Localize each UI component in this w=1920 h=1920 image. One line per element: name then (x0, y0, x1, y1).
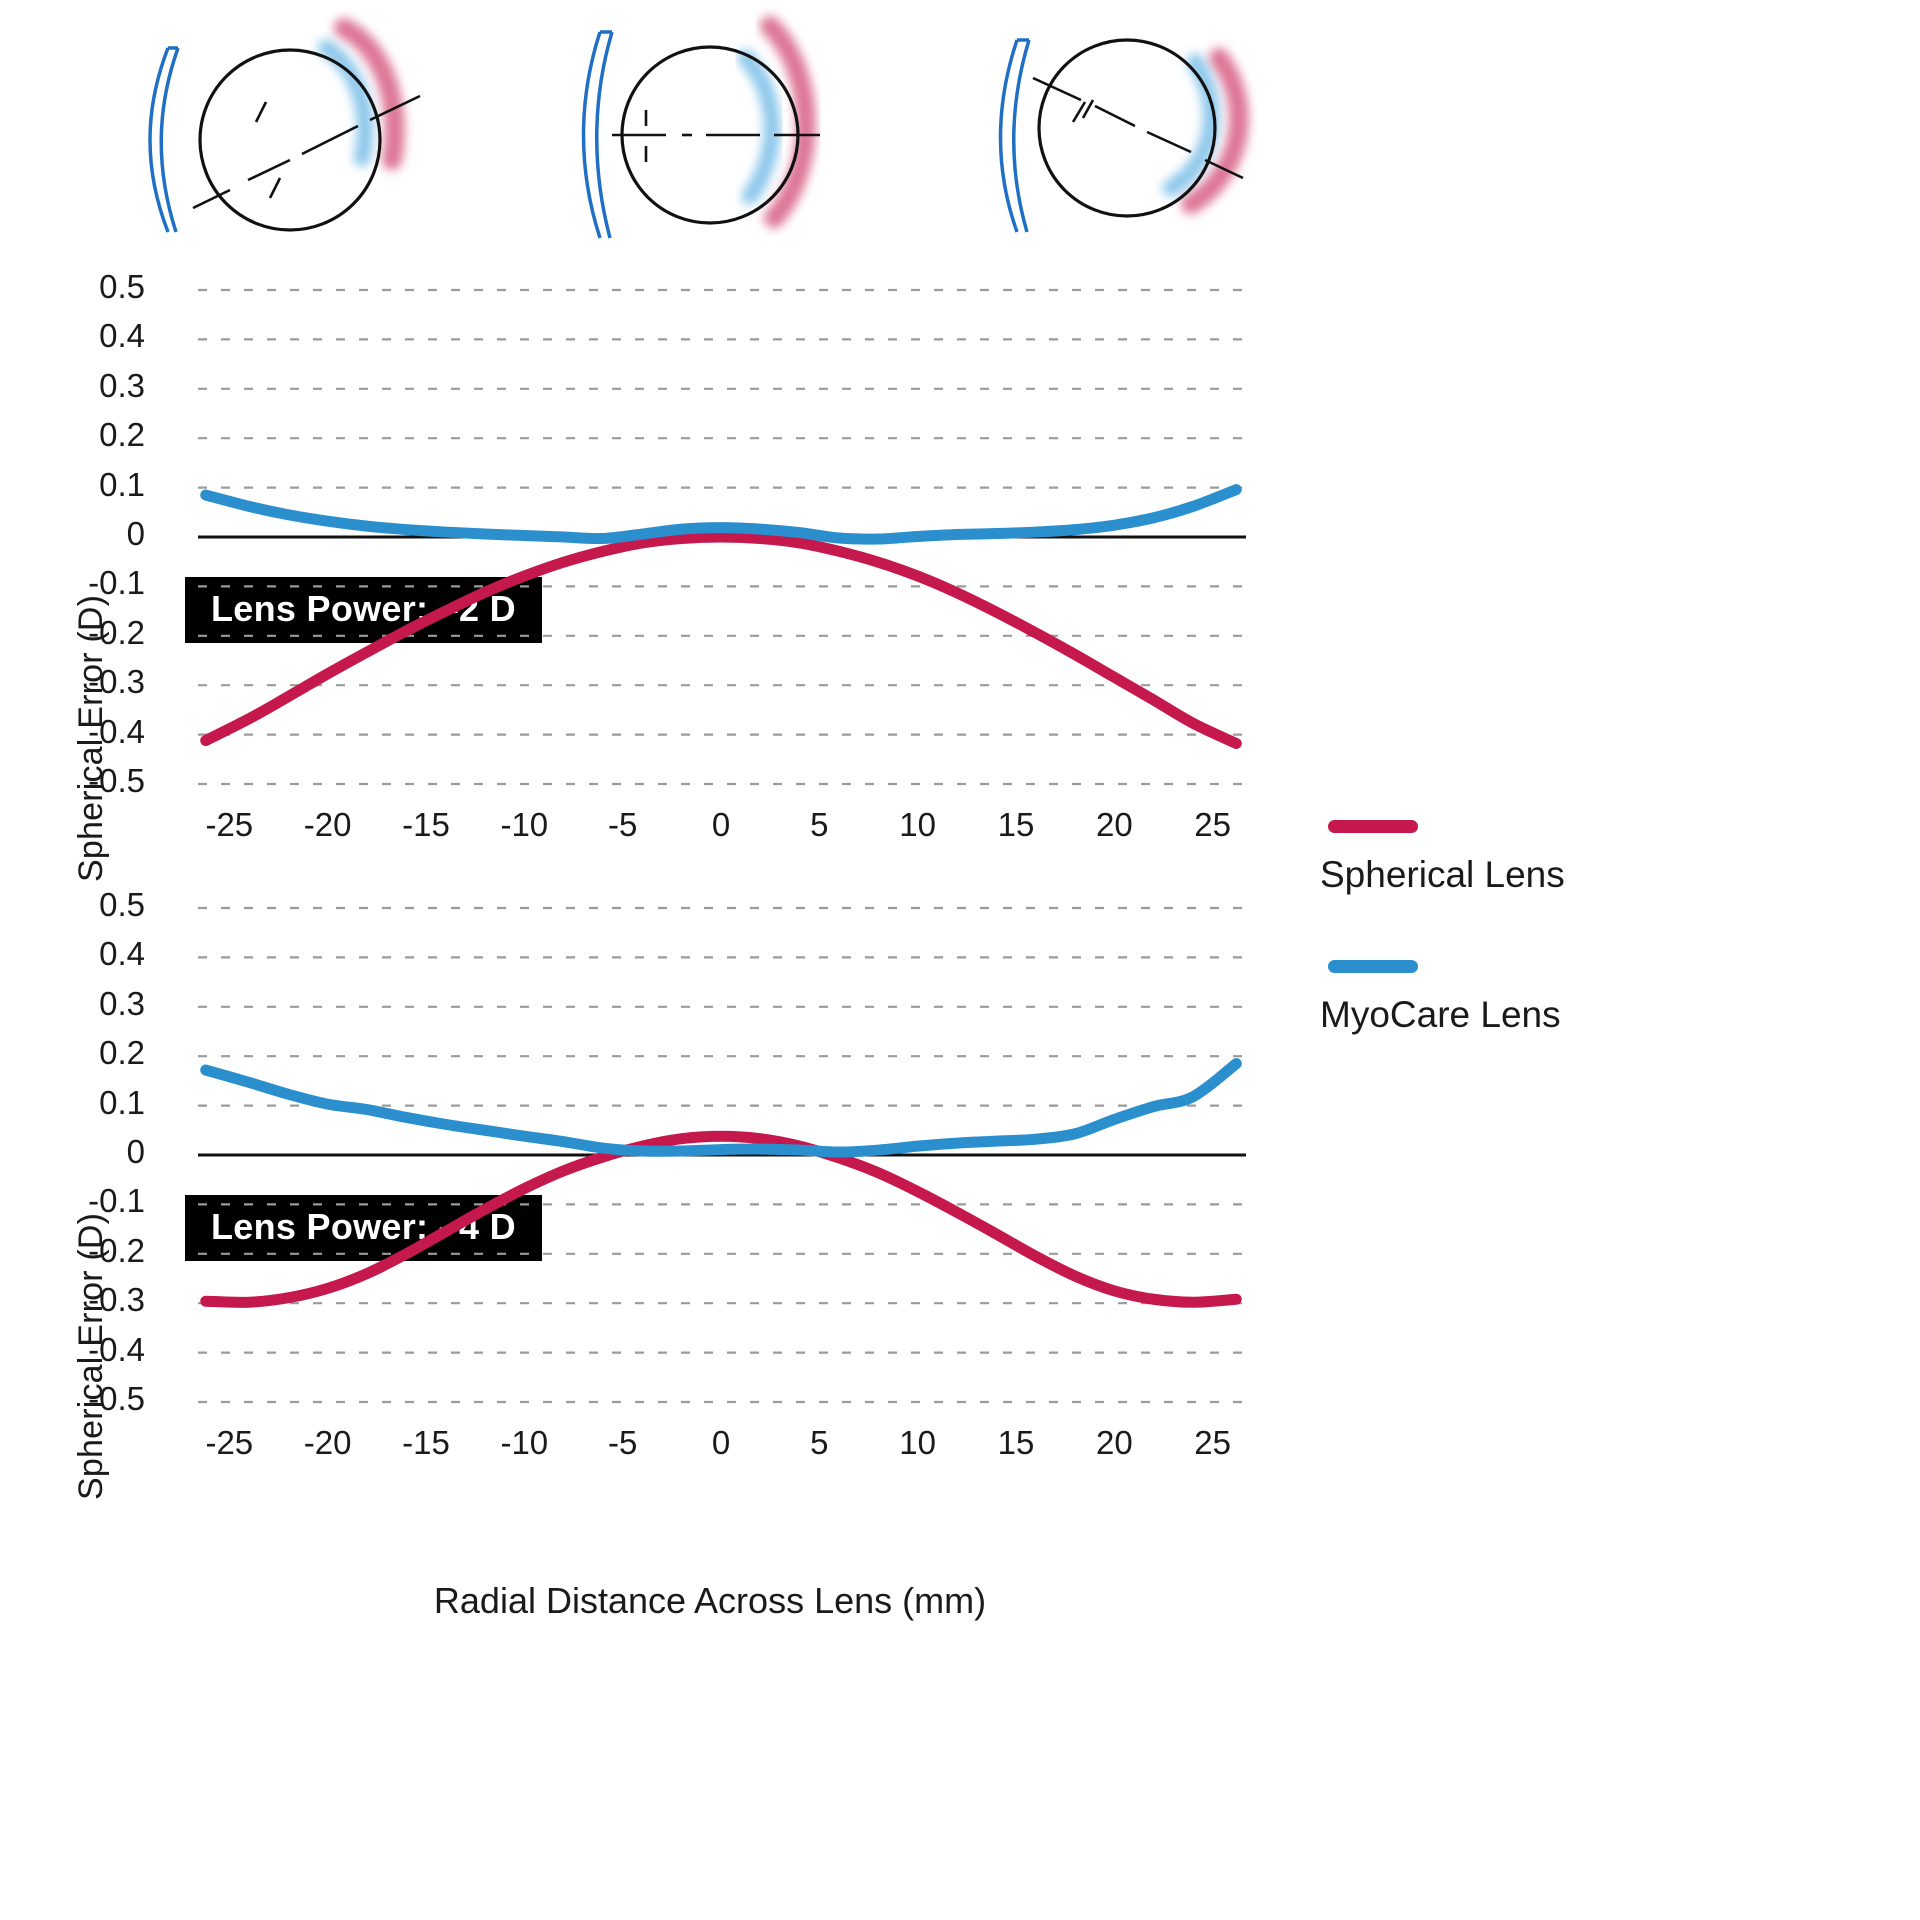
legend-label-myocare: MyoCare Lens (1320, 994, 1561, 1035)
chart-svg (198, 906, 1246, 1404)
myocare-focus-arc-icon (317, 39, 374, 167)
series-line-spherical-lens (200, 531, 1242, 749)
spectacle-lens-arc-icon (998, 38, 1031, 233)
x-tick-label: 10 (899, 1424, 937, 1461)
y-tick-label: -0.3 (88, 1281, 145, 1319)
series-line-myocare-lens (200, 484, 1242, 545)
x-tick-label: 20 (1095, 1424, 1133, 1461)
x-tick-label: 10 (899, 806, 937, 843)
y-tick-label: 0.2 (99, 416, 145, 454)
x-axis-title: Radial Distance Across Lens (mm) (433, 1580, 987, 1621)
y-tick-label: 0 (126, 515, 145, 552)
x-tick-label: 15 (997, 806, 1035, 843)
x-tick-label: 0 (711, 1424, 731, 1461)
x-tick-label: -5 (607, 1424, 638, 1461)
myocare-focus-arc-icon (737, 49, 781, 205)
x-tick-label: -20 (303, 806, 352, 843)
series-line-spherical-lens (200, 1130, 1242, 1308)
y-tick-label: 0.4 (99, 317, 145, 355)
y-tick-label: -0.5 (88, 762, 145, 799)
x-tick-label: 20 (1095, 806, 1133, 843)
y-tick-label: -0.3 (88, 663, 145, 701)
legend-label-spherical: Spherical Lens (1320, 854, 1565, 895)
y-tick-label: 0.3 (99, 366, 145, 404)
x-tick-label: 0 (711, 806, 731, 843)
line-swatch-myocare-icon (1328, 960, 1418, 973)
x-tick-label: -15 (402, 1424, 450, 1461)
x-tick-label: 5 (810, 806, 829, 843)
spectacle-lens-arc-icon (148, 46, 180, 233)
eye-diagram-oblique-left (130, 10, 460, 260)
eye-globe-icon (198, 48, 382, 232)
eye-globe-icon (1037, 38, 1217, 218)
optical-axis-icon (612, 110, 820, 162)
chart-panel-lens-power-minus2: Spherical Error (D) Lens Power: –2 D 0.5… (0, 262, 1300, 882)
chart-svg (198, 288, 1246, 786)
x-tick-label: -5 (607, 806, 638, 843)
x-tick-label: -10 (500, 1424, 549, 1461)
eye-diagram-row (0, 0, 1920, 262)
y-tick-label: -0.4 (88, 1330, 145, 1368)
x-tick-label: -10 (500, 806, 549, 843)
x-tick-label: -20 (303, 1424, 352, 1461)
y-tick-label: -0.4 (88, 712, 145, 750)
y-tick-label: 0.5 (99, 886, 145, 923)
y-tick-label: 0.5 (99, 268, 145, 305)
x-tick-label: 25 (1194, 1424, 1232, 1461)
y-tick-label: -0.5 (88, 1380, 145, 1417)
eye-diagram-oblique-right (995, 10, 1325, 260)
y-tick-label: 0.4 (99, 935, 145, 973)
y-tick-label: 0.1 (99, 1083, 145, 1121)
y-tick-label: -0.1 (88, 1182, 145, 1220)
x-tick-label: 25 (1194, 806, 1232, 843)
spectacle-lens-arc-icon (581, 30, 614, 239)
x-tick-label: 5 (810, 1424, 829, 1461)
chart-panel-lens-power-minus4: Spherical Error (D) Lens Power: –4 D Rad… (0, 880, 1300, 1621)
y-tick-label: -0.1 (88, 564, 145, 602)
x-tick-label: -25 (205, 806, 254, 843)
y-tick-label: 0.2 (99, 1034, 145, 1072)
y-tick-label: -0.2 (88, 1231, 145, 1269)
y-tick-label: -0.2 (88, 613, 145, 651)
eye-diagram-straight-center (570, 10, 900, 260)
y-tick-label: 0.3 (99, 984, 145, 1022)
y-tick-label: 0.1 (99, 465, 145, 503)
x-tick-label: -25 (205, 1424, 254, 1461)
plot-area (160, 282, 1260, 792)
y-tick-label: 0 (126, 1133, 145, 1170)
plot-area (160, 900, 1260, 1410)
line-swatch-spherical-icon (1328, 820, 1418, 833)
x-tick-label: 15 (997, 1424, 1035, 1461)
x-tick-label: -15 (402, 806, 450, 843)
